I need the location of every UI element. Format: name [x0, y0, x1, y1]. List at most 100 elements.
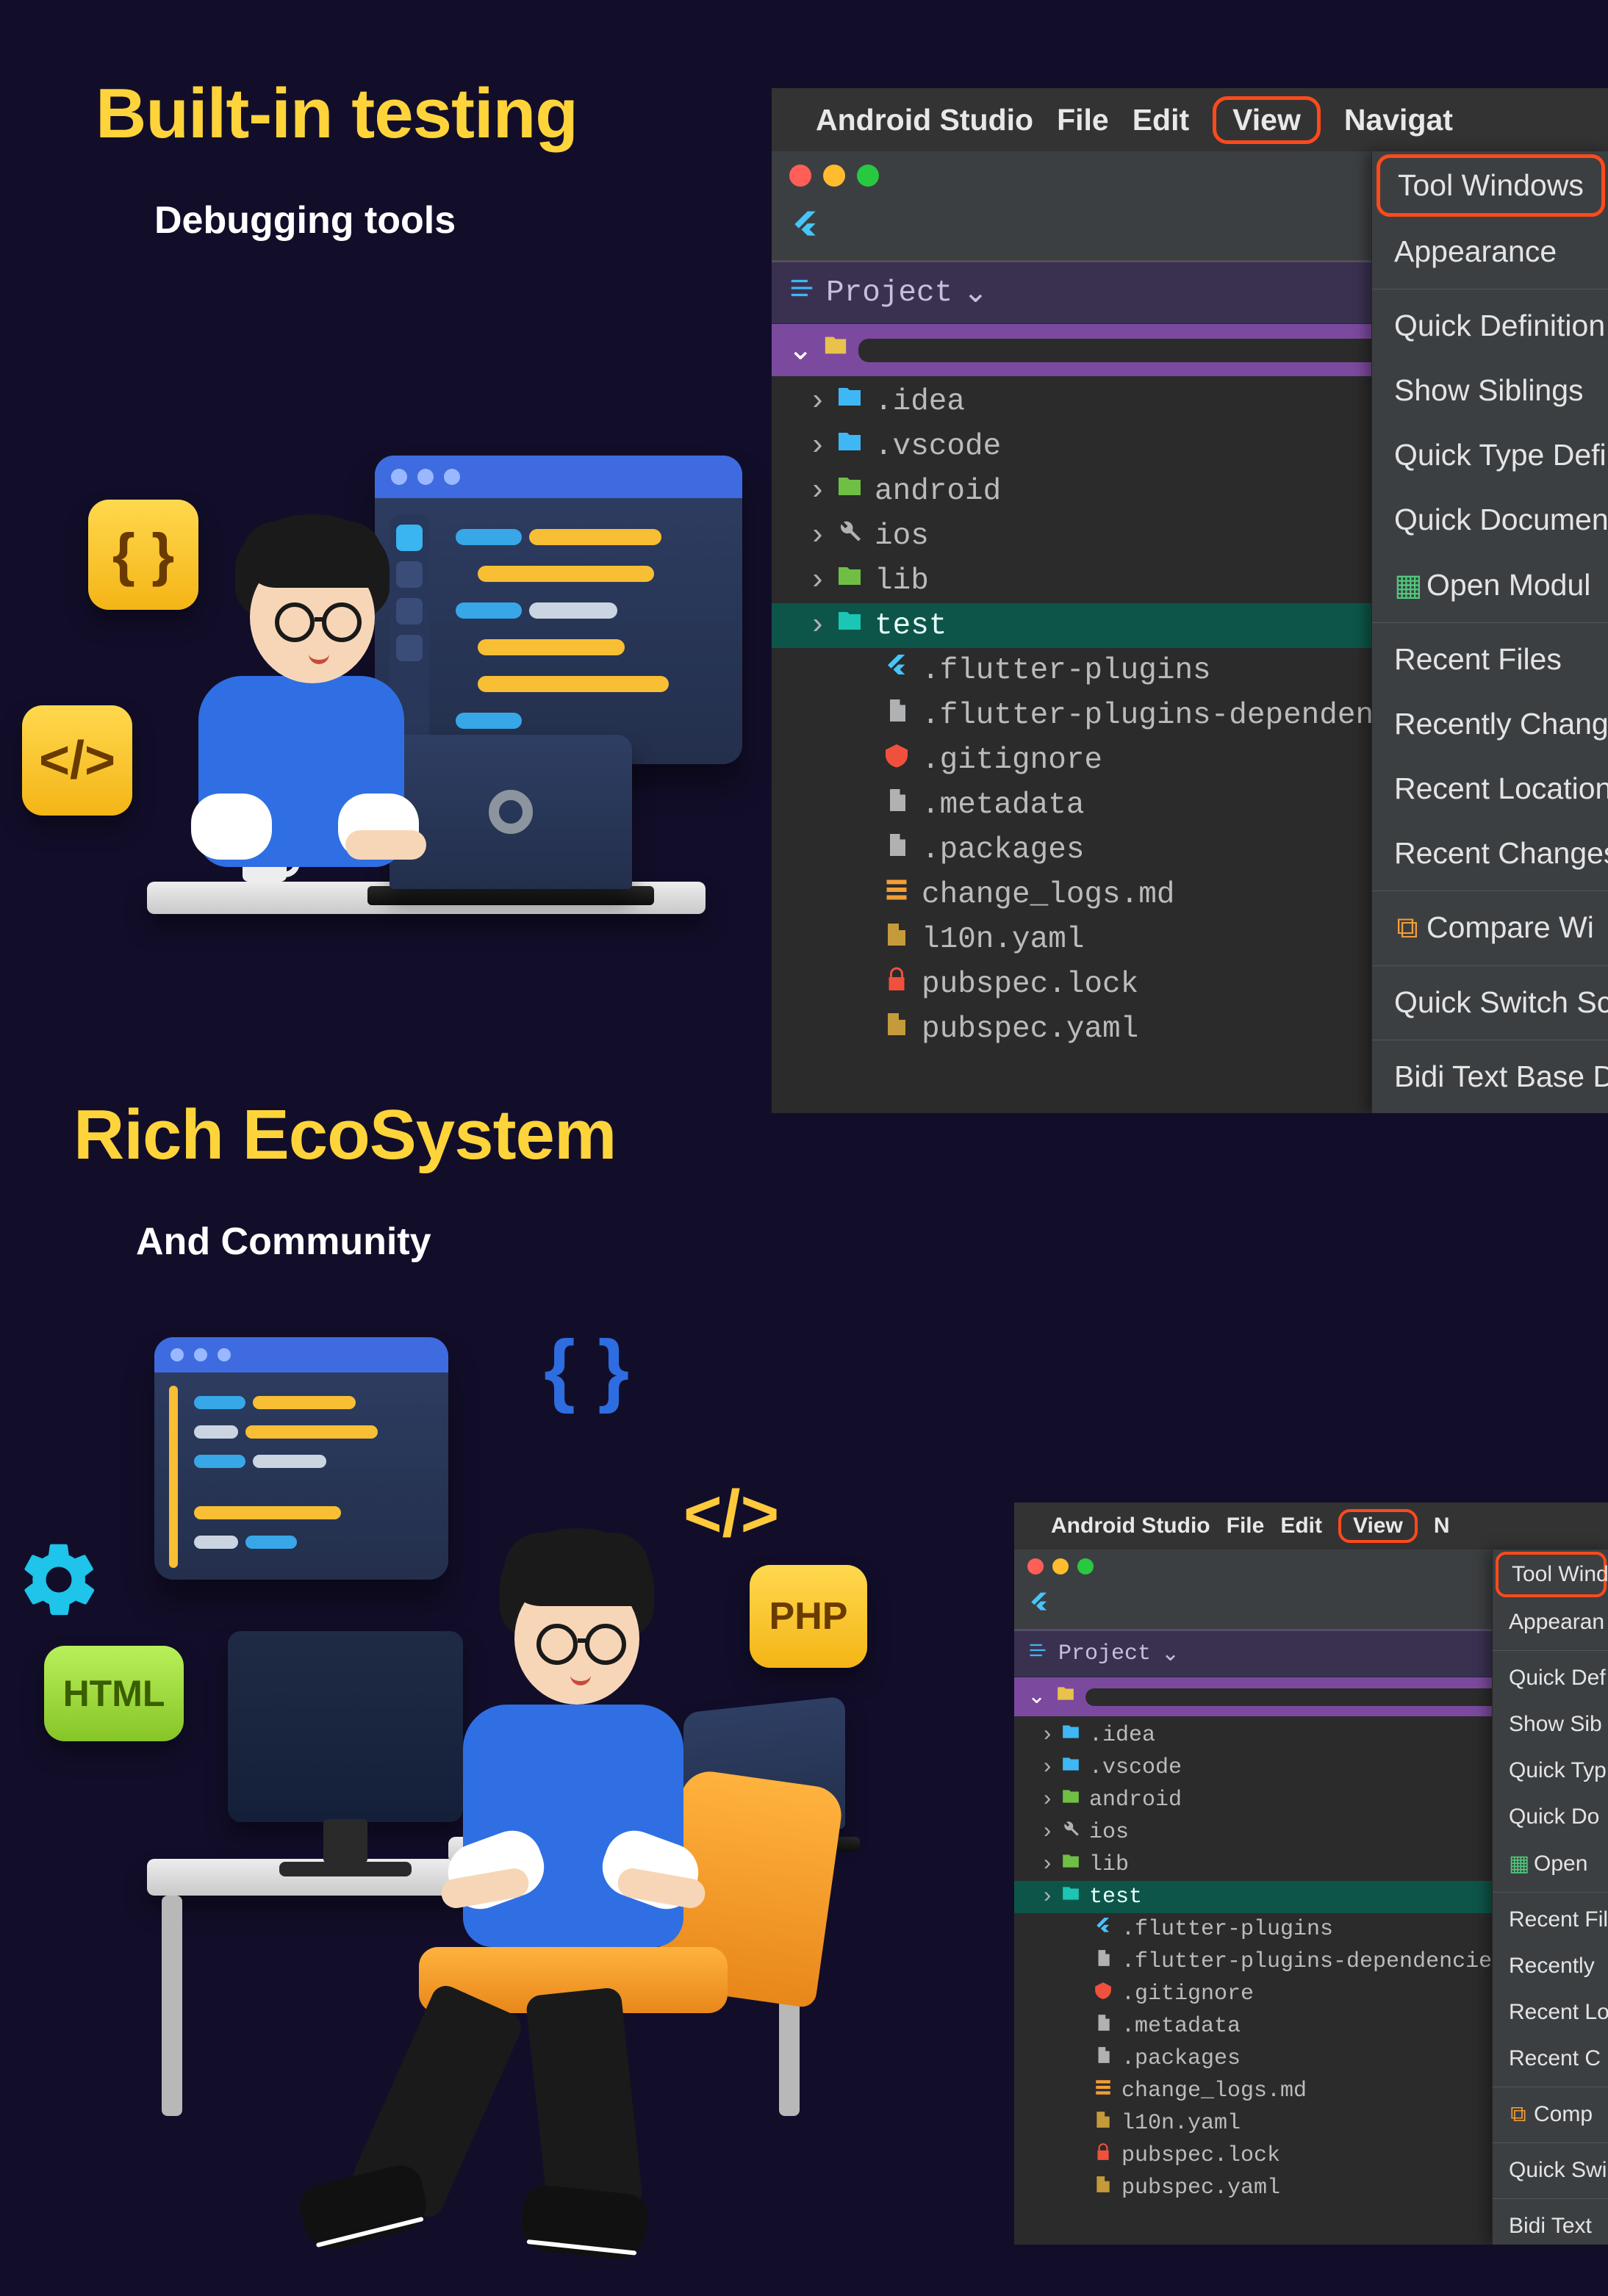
menu-edit[interactable]: Edit — [1280, 1514, 1322, 1539]
menu-item-bidi-text-base-d[interactable]: Bidi Text — [1493, 2203, 1608, 2245]
chevron-right-icon: › — [808, 385, 825, 419]
menu-item-appearance[interactable]: Appearance — [1372, 220, 1608, 284]
menu-item-compare-wi[interactable]: ⧉Compare Wi — [1372, 896, 1608, 961]
tree-item-label: .vscode — [875, 430, 1001, 464]
braces-badge-icon: { } — [88, 500, 198, 610]
folder-icon — [1060, 1819, 1082, 1846]
project-label: Project — [1058, 1641, 1151, 1666]
menu-separator — [1372, 622, 1608, 623]
compare-icon: ⧉ — [1509, 2102, 1528, 2127]
chevron-right-icon: › — [1041, 1885, 1052, 1910]
menu-item-quick-switch-sc[interactable]: Quick Swi — [1493, 2148, 1608, 2194]
menu-item-open-modul[interactable]: ▦Open — [1493, 1840, 1608, 1887]
tree-item-label: .packages — [922, 833, 1084, 867]
menu-item-recent-files[interactable]: Recent Files — [1372, 627, 1608, 692]
menubar[interactable]: Android Studio File Edit View Navigat — [772, 88, 1608, 151]
menu-item-show-siblings[interactable]: Show Sib — [1493, 1702, 1608, 1748]
chevron-right-icon: › — [808, 430, 825, 464]
traffic-light-close[interactable] — [1027, 1558, 1044, 1575]
code-badge-icon: </> — [22, 705, 132, 816]
menu-item-tool-windows[interactable]: Tool Wind — [1496, 1552, 1607, 1597]
chevron-right-icon: › — [1041, 1723, 1052, 1748]
html-badge: HTML — [44, 1646, 184, 1741]
file-icon — [1092, 2142, 1114, 2169]
menu-item-recently-chang[interactable]: Recently — [1493, 1943, 1608, 1990]
tree-item-label: change_logs.md — [1121, 2079, 1307, 2104]
folder-icon — [1060, 1884, 1082, 1910]
traffic-light-minimize[interactable] — [823, 165, 845, 187]
menu-separator — [1493, 2142, 1608, 2143]
menu-item-tool-windows[interactable]: Tool Windows — [1377, 154, 1605, 217]
menu-item-quick-documen[interactable]: Quick Do — [1493, 1794, 1608, 1840]
tree-item-label: test — [875, 609, 947, 643]
menu-item-label: Recent Changes — [1394, 836, 1608, 870]
menubar[interactable]: Android Studio File Edit View N — [1014, 1503, 1608, 1550]
menu-item-label: Quick Do — [1509, 1804, 1599, 1829]
tree-item-label: .metadata — [922, 788, 1084, 822]
view-menu-dropdown[interactable]: Tool Windows Appearance Quick Definition Sh… — [1371, 151, 1608, 1113]
php-badge: PHP — [750, 1565, 867, 1668]
menu-item-compare-wi[interactable]: ⧉Comp — [1493, 2092, 1608, 2138]
menu-item-show-siblings[interactable]: Show Siblings — [1372, 359, 1608, 423]
folder-icon — [835, 608, 864, 644]
chevron-down-icon: ⌄ — [1027, 1683, 1046, 1710]
traffic-light-close[interactable] — [789, 165, 811, 187]
traffic-light-zoom[interactable] — [1077, 1558, 1094, 1575]
tree-item-label: .flutter-plugins — [1121, 1917, 1333, 1942]
chevron-right-icon: › — [808, 564, 825, 598]
menu-item-recent-changes[interactable]: Recent C — [1493, 2036, 1608, 2082]
tree-item-label: ios — [1089, 1820, 1129, 1845]
menu-item-appearance[interactable]: Appearan — [1493, 1599, 1608, 1646]
folder-icon — [1060, 1851, 1082, 1878]
menu-item-quick-type-defi[interactable]: Quick Type Defi — [1372, 423, 1608, 488]
menu-item-label: Open — [1534, 1851, 1587, 1876]
menu-item-label: Recent C — [1509, 2046, 1601, 2070]
menu-navigate[interactable]: Navigat — [1344, 103, 1453, 137]
menu-view-highlighted[interactable]: View — [1213, 96, 1321, 144]
menu-item-label: Quick Documen — [1394, 503, 1608, 536]
menu-item-quick-documen[interactable]: Quick Documen — [1372, 488, 1608, 553]
menu-separator — [1493, 1650, 1608, 1651]
folder-icon — [835, 518, 864, 554]
menu-item-label: Quick Def — [1509, 1666, 1606, 1690]
tree-item-label: .idea — [875, 385, 965, 419]
menu-item-quick-type-defi[interactable]: Quick Typ — [1493, 1748, 1608, 1794]
menu-item-label: Quick Definition — [1394, 309, 1605, 342]
menu-item-recent-files[interactable]: Recent Fil — [1493, 1897, 1608, 1943]
menu-item-quick-switch-sc[interactable]: Quick Switch Sc — [1372, 971, 1608, 1035]
menu-navigate[interactable]: N — [1434, 1514, 1450, 1539]
traffic-light-zoom[interactable] — [857, 165, 879, 187]
menu-item-quick-definition[interactable]: Quick Def — [1493, 1655, 1608, 1702]
tree-item-label: l10n.yaml — [922, 923, 1084, 957]
menu-file[interactable]: File — [1057, 103, 1109, 137]
tree-item-label: .flutter-plugins-dependencie — [922, 699, 1428, 733]
menu-item-label: Appearance — [1394, 234, 1557, 268]
menu-item-label: Tool Windows — [1398, 168, 1584, 202]
menu-item-recent-changes[interactable]: Recent Changes — [1372, 821, 1608, 886]
file-icon — [1092, 2175, 1114, 2201]
menu-edit[interactable]: Edit — [1133, 103, 1189, 137]
tree-item-label: lib — [875, 564, 929, 598]
menu-item-open-modul[interactable]: ▦Open Modul — [1372, 553, 1608, 618]
file-icon — [882, 832, 911, 868]
chevron-down-icon: ⌄ — [788, 331, 813, 369]
menu-item-bidi-text-base-d[interactable]: Bidi Text Base D — [1372, 1045, 1608, 1109]
view-menu-dropdown[interactable]: Tool WindAppearanQuick DefShow SibQuick … — [1492, 1550, 1608, 2245]
menu-item-label: Quick Type Defi — [1394, 438, 1607, 472]
menu-view-highlighted[interactable]: View — [1338, 1509, 1418, 1543]
menu-item-recent-location[interactable]: Recent Location — [1372, 757, 1608, 821]
menu-item-label: Bidi Text Base D — [1394, 1059, 1608, 1093]
menu-item-recent-location[interactable]: Recent Lo — [1493, 1990, 1608, 2036]
traffic-light-minimize[interactable] — [1052, 1558, 1069, 1575]
menu-file[interactable]: File — [1227, 1514, 1265, 1539]
tree-item-label: ios — [875, 519, 929, 553]
menu-item-label: Appearan — [1509, 1610, 1604, 1634]
tree-item-label: l10n.yaml — [1121, 2111, 1241, 2136]
braces-icon: { } — [544, 1322, 629, 1416]
tree-item-label: pubspec.lock — [922, 968, 1138, 1001]
tree-item-label: .flutter-plugins — [922, 654, 1211, 688]
menu-item-label: Recently — [1509, 1954, 1595, 1978]
tree-item-label: pubspec.lock — [1121, 2143, 1280, 2168]
menu-item-quick-definition[interactable]: Quick Definition — [1372, 294, 1608, 359]
menu-item-recently-chang[interactable]: Recently Chang — [1372, 692, 1608, 757]
